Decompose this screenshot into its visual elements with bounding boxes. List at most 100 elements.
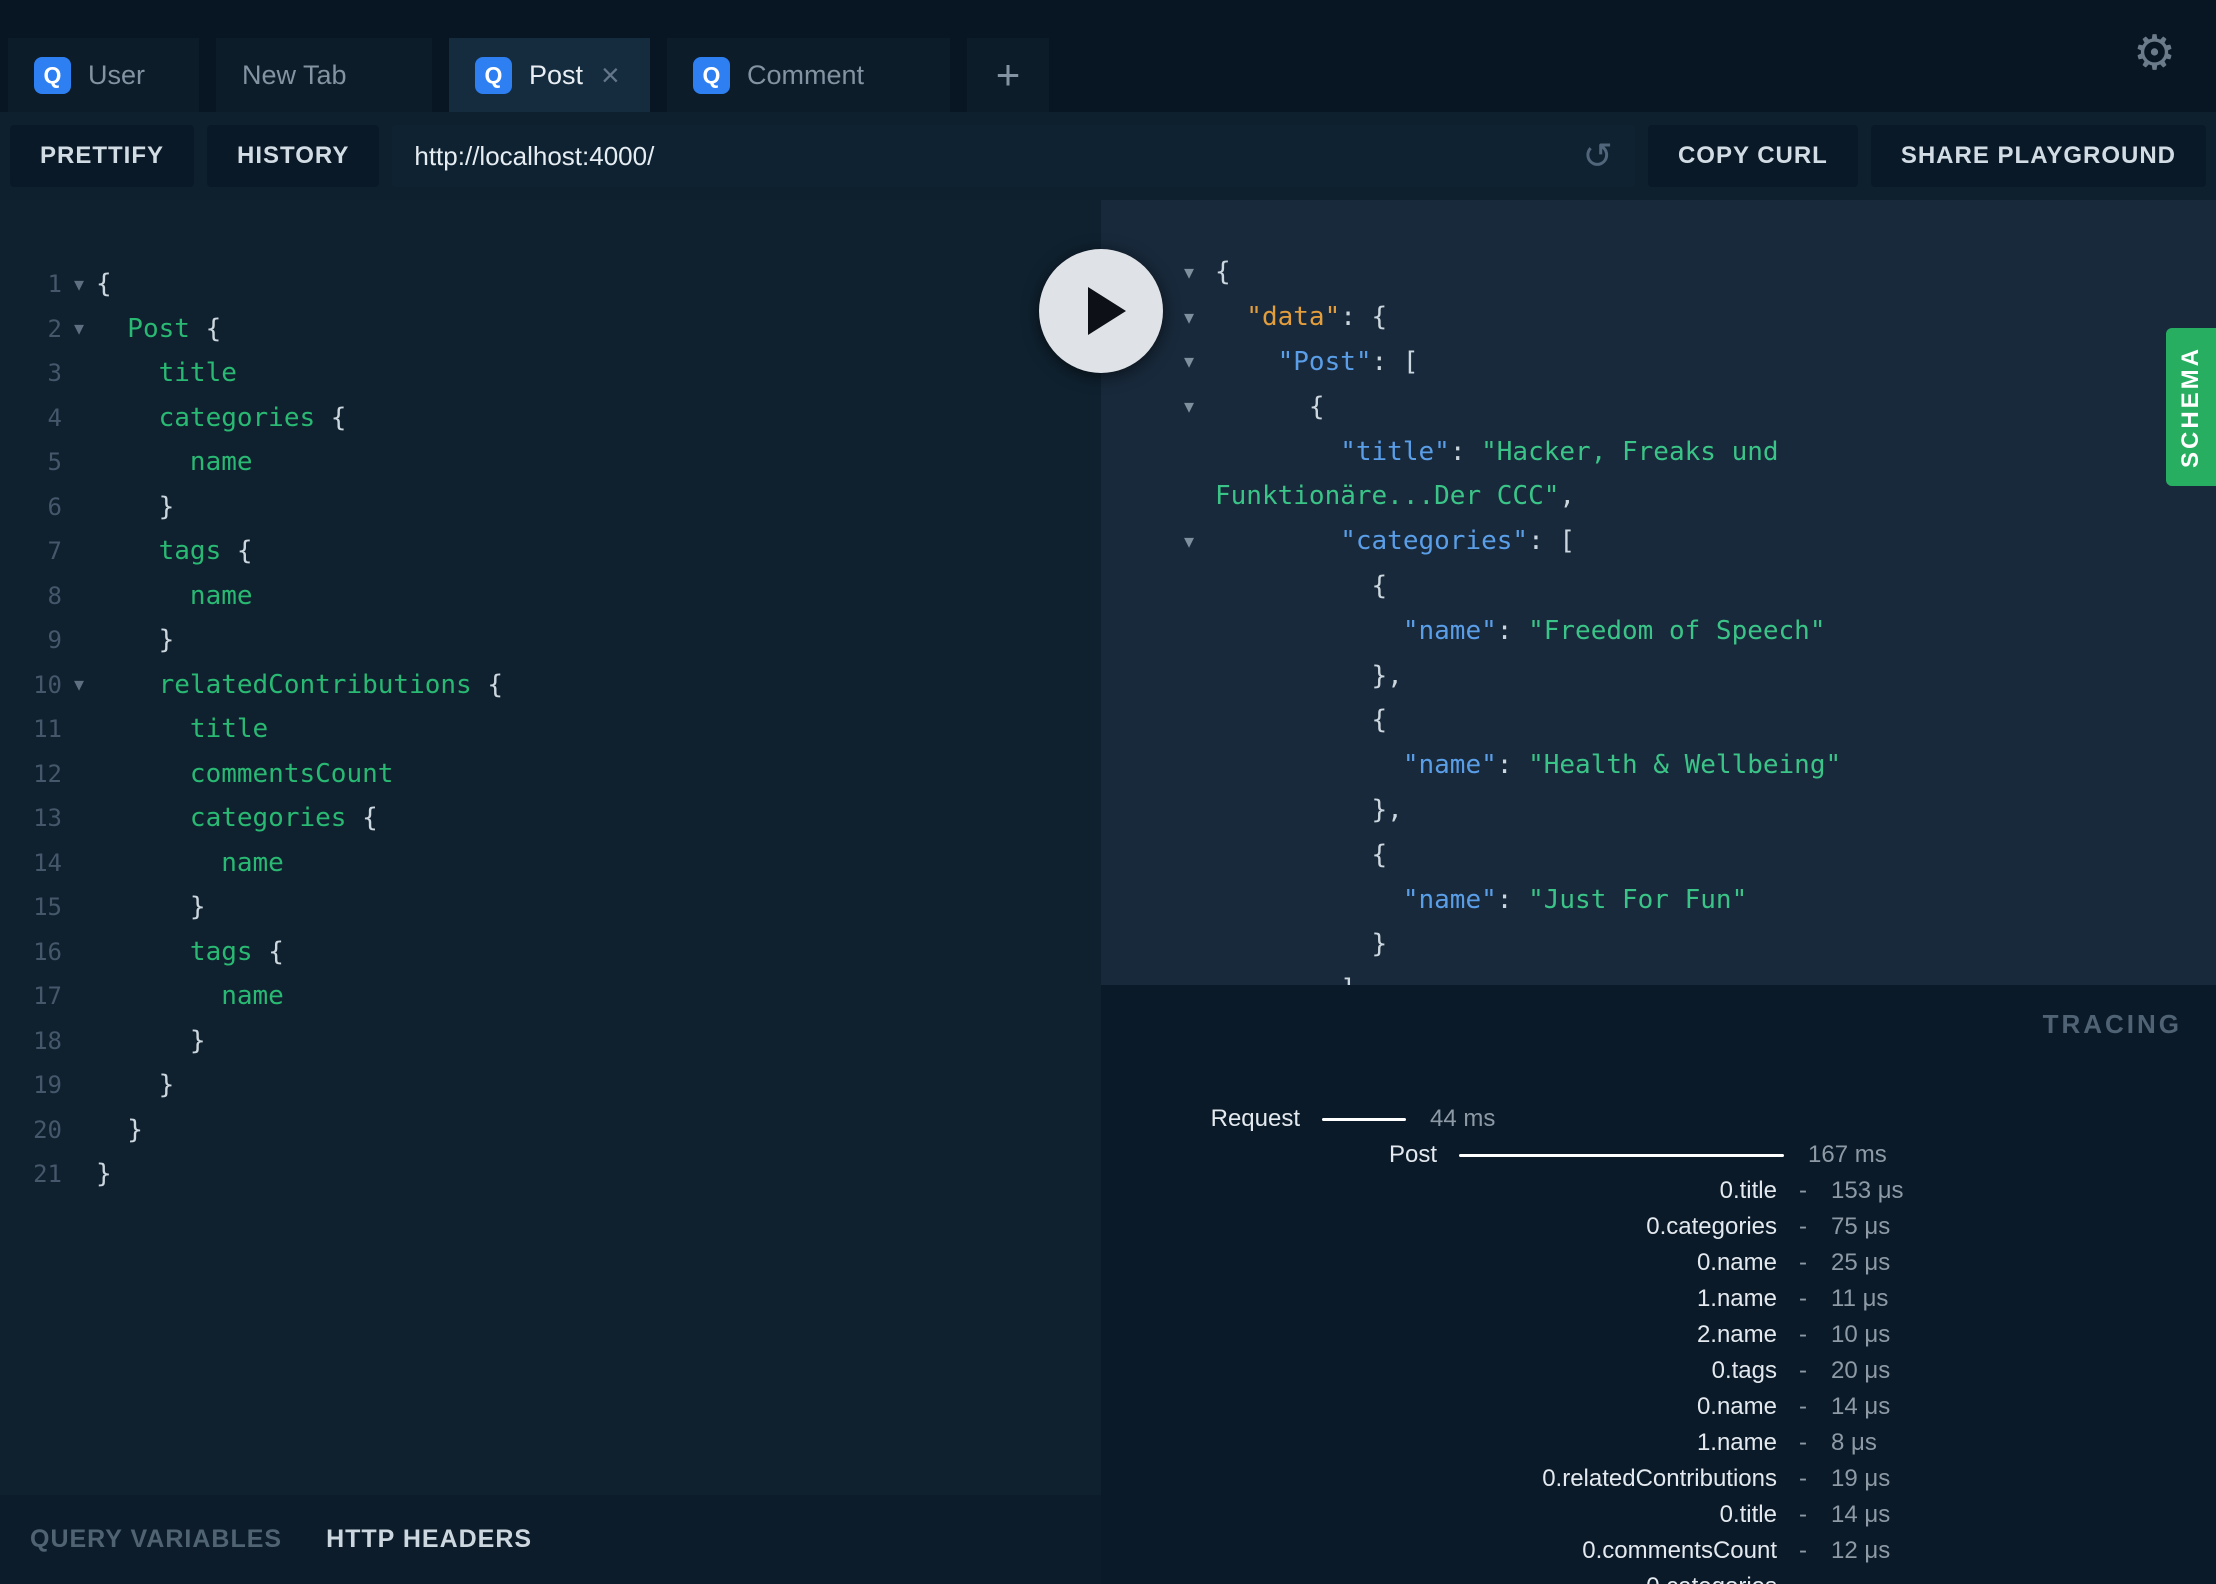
editor-line: 3 title bbox=[0, 351, 1101, 396]
editor-line: 14 name bbox=[0, 841, 1101, 886]
line-number: 2 bbox=[47, 314, 62, 343]
tracing-dash: - bbox=[1799, 1465, 1807, 1492]
tracing-row: 0.title -153 μs bbox=[1101, 1173, 2216, 1209]
tracing-duration-bar bbox=[1459, 1153, 1784, 1157]
editor-line: 18 } bbox=[0, 1019, 1101, 1064]
tracing-label: Request bbox=[1210, 1105, 1300, 1132]
tracing-label: Post bbox=[1388, 1141, 1437, 1168]
tab-post[interactable]: Q Post × bbox=[449, 38, 650, 112]
tracing-dash: - bbox=[1799, 1501, 1807, 1528]
fold-caret-icon[interactable]: ▾ bbox=[62, 672, 96, 697]
editor-line-code: } bbox=[96, 1114, 143, 1145]
tracing-label: 1.name bbox=[1696, 1429, 1777, 1456]
tab-bar: Q User New Tab Q Post × Q Comment + ⚙ bbox=[0, 0, 2216, 112]
collapse-caret-icon[interactable]: ▾ bbox=[1163, 349, 1215, 374]
editor-line-code: { bbox=[96, 269, 112, 300]
line-number: 17 bbox=[33, 982, 62, 1011]
response-line: } bbox=[1163, 922, 2216, 967]
http-headers-tab[interactable]: HTTP HEADERS bbox=[326, 1525, 532, 1554]
tracing-label: 0.commentsCount bbox=[1582, 1537, 1777, 1564]
history-button[interactable]: HISTORY bbox=[207, 125, 380, 187]
schema-tab[interactable]: SCHEMA bbox=[2166, 328, 2216, 486]
collapse-caret-icon[interactable]: ▾ bbox=[1163, 394, 1215, 419]
editor-line-code: categories { bbox=[96, 402, 347, 433]
response-pane[interactable]: ▾{▾ "data": {▾ "Post": [▾ { "title": "Ha… bbox=[1101, 200, 2216, 985]
response-line-code: "name": "Freedom of Speech" bbox=[1215, 615, 1826, 646]
response-line: { bbox=[1163, 564, 2216, 609]
collapse-caret-icon[interactable]: ▾ bbox=[1163, 305, 1215, 330]
line-number: 7 bbox=[47, 537, 62, 566]
query-editor[interactable]: 1 ▾{2 ▾ Post {3 title 4 categories {5 name 6… bbox=[0, 200, 1101, 1495]
tracing-dash: - bbox=[1799, 1321, 1807, 1348]
new-tab-button[interactable]: + bbox=[967, 38, 1049, 112]
editor-line-code: } bbox=[96, 491, 175, 522]
tracing-row: 0.relatedContributions -19 μs bbox=[1101, 1461, 2216, 1497]
tracing-label: 0.title bbox=[1719, 1177, 1777, 1204]
response-line: { bbox=[1163, 698, 2216, 743]
editor-line-code: name bbox=[96, 447, 253, 478]
endpoint-url-value: http://localhost:4000/ bbox=[414, 140, 655, 171]
editor-line-code: tags { bbox=[96, 536, 253, 567]
response-line-code: { bbox=[1215, 391, 1325, 422]
editor-line-code: } bbox=[96, 1159, 112, 1190]
line-number: 4 bbox=[47, 403, 62, 432]
editor-line: 17 name bbox=[0, 974, 1101, 1019]
collapse-caret-icon[interactable]: ▾ bbox=[1163, 260, 1215, 285]
tracing-label: 0.tags bbox=[1711, 1357, 1777, 1384]
editor-line: 15 } bbox=[0, 885, 1101, 930]
line-number: 12 bbox=[33, 759, 62, 788]
response-line-code: Funktionäre...Der CCC", bbox=[1215, 481, 1576, 512]
tracing-time: 14 μs bbox=[1831, 1501, 1891, 1528]
editor-line-code: relatedContributions { bbox=[96, 669, 503, 700]
tab-new-tab[interactable]: New Tab bbox=[216, 38, 432, 112]
tracing-label: 0.title bbox=[1719, 1501, 1777, 1528]
line-number: 20 bbox=[33, 1115, 62, 1144]
collapse-caret-icon[interactable]: ▾ bbox=[1163, 529, 1215, 554]
tracing-label: 1.name bbox=[1696, 1285, 1777, 1312]
response-line: ▾ "Post": [ bbox=[1163, 340, 2216, 385]
editor-line: 9 } bbox=[0, 618, 1101, 663]
response-line: }, bbox=[1163, 788, 2216, 833]
line-number: 1 bbox=[47, 270, 62, 299]
editor-line-code: } bbox=[96, 625, 175, 656]
query-variables-tab[interactable]: QUERY VARIABLES bbox=[30, 1525, 282, 1554]
fold-caret-icon[interactable]: ▾ bbox=[62, 316, 96, 341]
editor-line-code: } bbox=[96, 1070, 175, 1101]
play-icon bbox=[1088, 287, 1126, 335]
response-line: ▾ "data": { bbox=[1163, 295, 2216, 340]
tracing-dash: - bbox=[1799, 1213, 1807, 1240]
line-number: 16 bbox=[33, 937, 62, 966]
tracing-dash: - bbox=[1799, 1249, 1807, 1276]
reset-endpoint-icon[interactable]: ↺ bbox=[1583, 138, 1613, 174]
close-tab-icon[interactable]: × bbox=[601, 59, 620, 91]
tracing-title: TRACING bbox=[2042, 1009, 2182, 1039]
editor-line: 7 tags { bbox=[0, 529, 1101, 574]
schema-tab-label: SCHEMA bbox=[2177, 345, 2204, 468]
copy-curl-button[interactable]: COPY CURL bbox=[1647, 125, 1858, 187]
execute-query-button[interactable] bbox=[1039, 249, 1163, 373]
prettify-button[interactable]: PRETTIFY bbox=[10, 125, 195, 187]
response-line-code: { bbox=[1215, 705, 1388, 736]
settings-gear-icon[interactable]: ⚙ bbox=[2133, 30, 2176, 78]
share-playground-button[interactable]: SHARE PLAYGROUND bbox=[1870, 125, 2206, 187]
tracing-label: 0.categories bbox=[1101, 1573, 1777, 1584]
line-number: 18 bbox=[33, 1026, 62, 1055]
response-line: { bbox=[1163, 832, 2216, 877]
line-number: 6 bbox=[47, 492, 62, 521]
line-number: 15 bbox=[33, 893, 62, 922]
tab-label: Comment bbox=[747, 59, 865, 90]
endpoint-url-input[interactable]: http://localhost:4000/ ↺ bbox=[392, 125, 1635, 187]
tracing-row: 0.tags -20 μs bbox=[1101, 1353, 2216, 1389]
editor-line: 10 ▾ relatedContributions { bbox=[0, 663, 1101, 708]
tracing-row: 1.name -11 μs bbox=[1101, 1281, 2216, 1317]
tracing-label: 2.name bbox=[1696, 1321, 1777, 1348]
tracing-row: 0.title -14 μs bbox=[1101, 1497, 2216, 1533]
tracing-row: 1.name -8 μs bbox=[1101, 1425, 2216, 1461]
tracing-time: 10 μs bbox=[1831, 1321, 1891, 1348]
editor-line-code: name bbox=[96, 981, 284, 1012]
tab-user[interactable]: Q User bbox=[8, 38, 199, 112]
tab-comment[interactable]: Q Comment bbox=[667, 38, 950, 112]
response-line: "name": "Freedom of Speech" bbox=[1163, 608, 2216, 653]
tracing-time: 11 μs bbox=[1831, 1285, 1889, 1312]
fold-caret-icon[interactable]: ▾ bbox=[62, 272, 96, 297]
